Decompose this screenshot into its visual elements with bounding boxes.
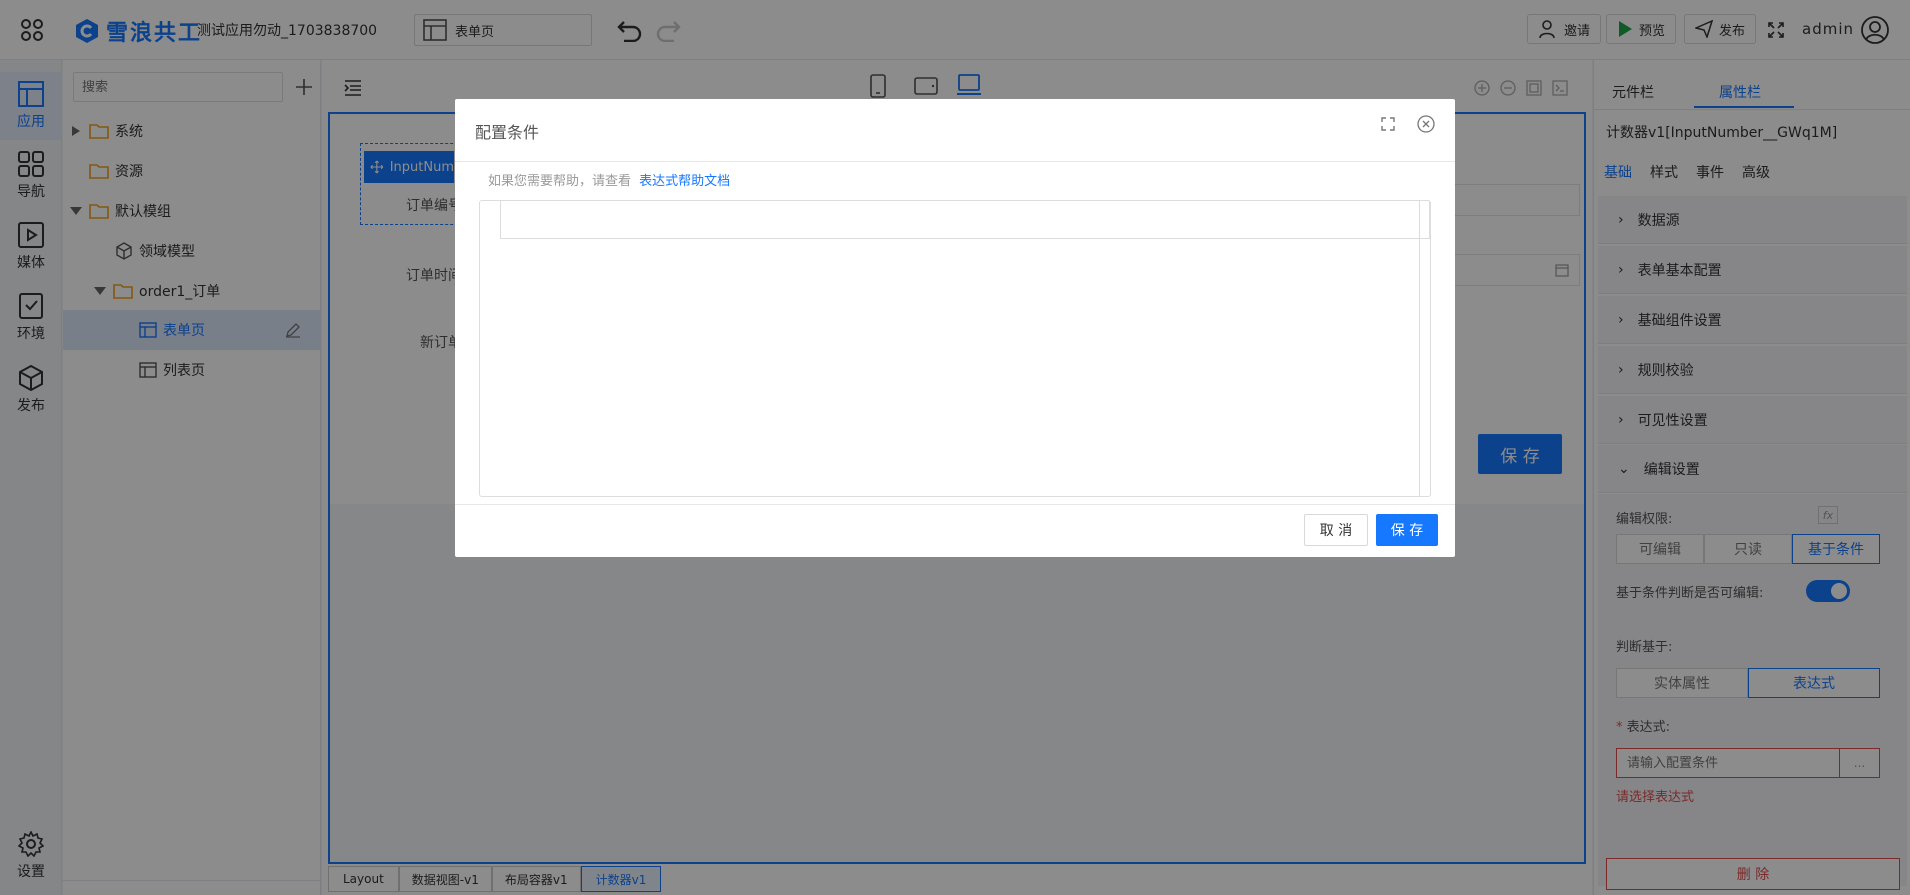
close-icon[interactable] xyxy=(1417,115,1435,133)
modal-cancel-button[interactable]: 取 消 xyxy=(1304,514,1368,546)
editor-line-row xyxy=(500,201,1430,239)
help-doc-link[interactable]: 表达式帮助文档 xyxy=(639,174,730,189)
configure-condition-modal: 配置条件 如果您需要帮助，请查看 表达式帮助文档 取 消 保 存 xyxy=(455,99,1455,557)
modal-footer-divider xyxy=(455,504,1455,505)
help-prefix: 如果您需要帮助，请查看 xyxy=(488,174,632,189)
modal-title: 配置条件 xyxy=(475,123,540,142)
editor-scrollbar-track[interactable] xyxy=(1419,201,1420,496)
modal-header-divider xyxy=(455,161,1455,162)
expression-editor[interactable] xyxy=(479,200,1431,497)
help-text: 如果您需要帮助，请查看 表达式帮助文档 xyxy=(488,170,730,189)
maximize-icon[interactable] xyxy=(1381,117,1395,131)
modal-save-button[interactable]: 保 存 xyxy=(1376,514,1438,546)
